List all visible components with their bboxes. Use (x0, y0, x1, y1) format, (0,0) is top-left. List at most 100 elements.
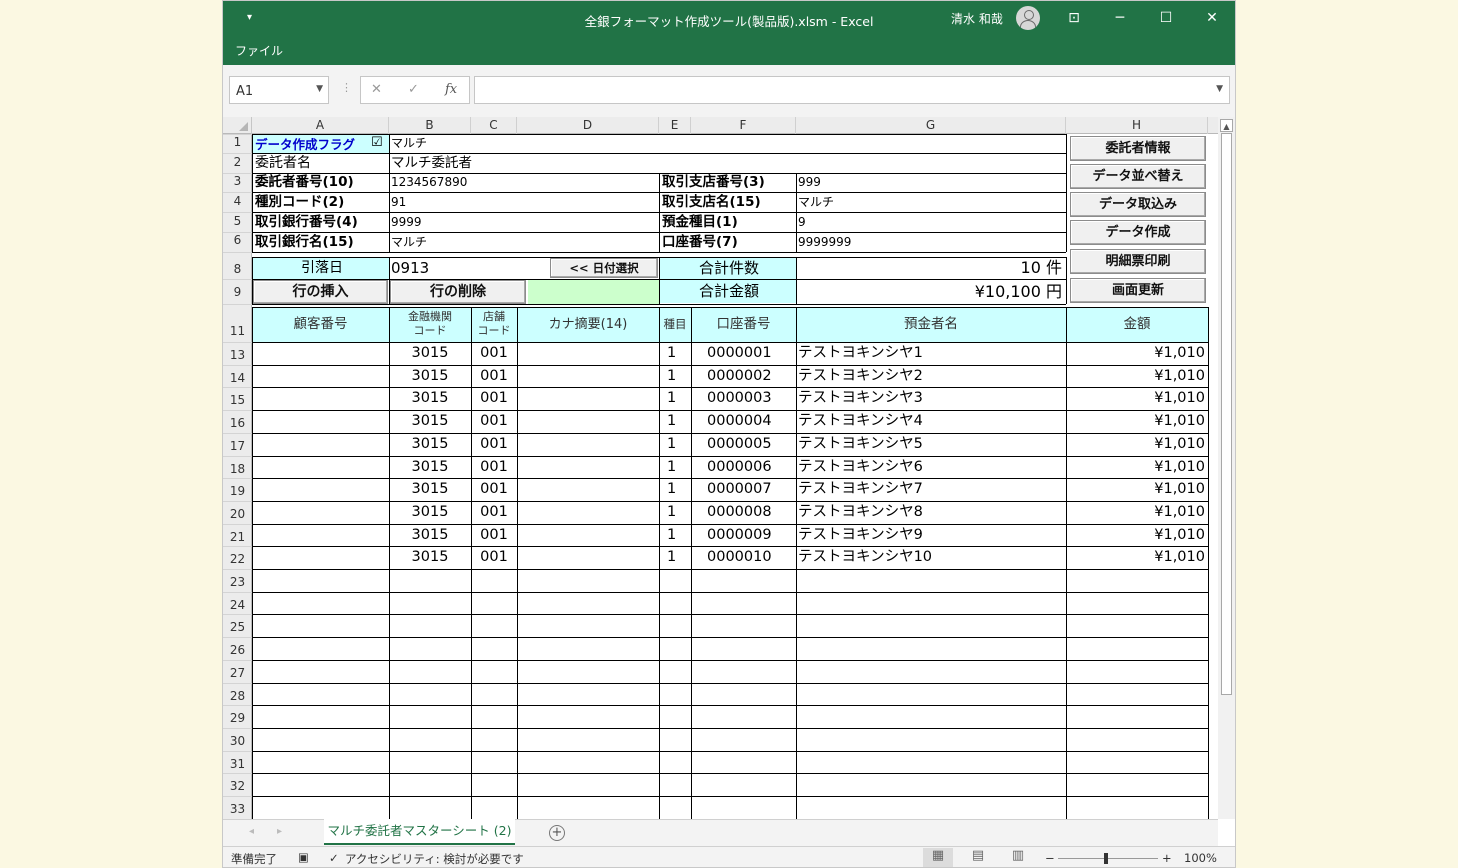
worksheet-grid[interactable]: A B C D E F G H 1 2 3 4 5 6 8 9 11 13 14 1… (223, 117, 1235, 819)
table-cell-amount[interactable]: ¥1,010 (1066, 387, 1208, 410)
column-header-c[interactable]: C (471, 117, 517, 134)
table-cell-amount[interactable] (1066, 614, 1208, 637)
data-flag-value[interactable]: マルチ (389, 134, 1066, 153)
table-cell-account[interactable]: 0000004 (691, 410, 796, 433)
bank-name-value[interactable]: マルチ (389, 232, 659, 252)
row-header[interactable]: 9 (223, 285, 252, 299)
table-cell-amount[interactable]: ¥1,010 (1066, 546, 1208, 569)
table-cell-customer[interactable] (252, 569, 389, 592)
row-header[interactable]: 16 (223, 416, 252, 430)
table-cell-type[interactable] (659, 705, 691, 728)
table-cell-holder[interactable] (796, 728, 1066, 751)
table-cell-holder[interactable]: テストヨキンシヤ6 (796, 456, 1066, 479)
date-select-button[interactable]: << 日付選択 (550, 258, 658, 278)
zoom-in-button[interactable]: + (1162, 851, 1172, 865)
vertical-scrollbar[interactable]: ▲ ▼ (1218, 117, 1235, 819)
table-cell-account[interactable]: 0000005 (691, 433, 796, 456)
row-header[interactable]: 29 (223, 711, 252, 725)
sort-data-button[interactable]: データ並べ替え (1070, 164, 1206, 189)
table-cell-bank[interactable] (389, 660, 471, 683)
chevron-down-icon[interactable]: ▼ (316, 84, 323, 94)
table-cell-holder[interactable]: テストヨキンシヤ5 (796, 433, 1066, 456)
table-cell-branch[interactable]: 001 (471, 478, 517, 501)
table-cell-holder[interactable] (796, 751, 1066, 774)
table-cell-account[interactable] (691, 660, 796, 683)
branch-name-value[interactable]: マルチ (796, 192, 1066, 212)
table-cell-account[interactable] (691, 796, 796, 819)
table-cell-customer[interactable] (252, 773, 389, 796)
table-cell-holder[interactable] (796, 637, 1066, 660)
table-cell-kana[interactable] (517, 433, 659, 456)
column-header-g[interactable]: G (796, 117, 1066, 134)
table-cell-account[interactable]: 0000007 (691, 478, 796, 501)
table-cell-customer[interactable] (252, 705, 389, 728)
table-cell-amount[interactable]: ¥1,010 (1066, 478, 1208, 501)
table-cell-customer[interactable] (252, 546, 389, 569)
insert-function-icon[interactable]: fx (445, 82, 457, 97)
table-cell-kana[interactable] (517, 410, 659, 433)
table-cell-amount[interactable]: ¥1,010 (1066, 342, 1208, 365)
scrollbar-thumb[interactable] (1221, 133, 1232, 695)
row-header[interactable]: 11 (223, 324, 252, 338)
table-cell-holder[interactable] (796, 705, 1066, 728)
row-header[interactable]: 22 (223, 552, 252, 566)
table-cell-bank[interactable] (389, 773, 471, 796)
minimize-button[interactable]: ─ (1108, 7, 1132, 29)
table-cell-amount[interactable]: ¥1,010 (1066, 433, 1208, 456)
table-cell-branch[interactable]: 001 (471, 456, 517, 479)
table-cell-bank[interactable]: 3015 (389, 410, 471, 433)
zoom-slider-handle[interactable] (1104, 853, 1108, 864)
row-header[interactable]: 15 (223, 393, 252, 407)
table-cell-holder[interactable]: テストヨキンシヤ1 (796, 342, 1066, 365)
table-cell-holder[interactable] (796, 592, 1066, 615)
table-cell-type[interactable] (659, 614, 691, 637)
table-cell-customer[interactable] (252, 592, 389, 615)
table-cell-amount[interactable]: ¥1,010 (1066, 524, 1208, 547)
row-header[interactable]: 25 (223, 620, 252, 634)
table-cell-account[interactable] (691, 751, 796, 774)
table-cell-customer[interactable] (252, 660, 389, 683)
table-cell-amount[interactable] (1066, 660, 1208, 683)
table-cell-branch[interactable] (471, 660, 517, 683)
table-cell-bank[interactable] (389, 751, 471, 774)
row-header[interactable]: 19 (223, 484, 252, 498)
table-cell-branch[interactable]: 001 (471, 410, 517, 433)
table-cell-customer[interactable] (252, 524, 389, 547)
table-cell-bank[interactable] (389, 569, 471, 592)
maximize-button[interactable]: ☐ (1154, 7, 1178, 29)
row-header[interactable]: 6 (223, 233, 252, 247)
table-cell-amount[interactable] (1066, 751, 1208, 774)
table-cell-customer[interactable] (252, 614, 389, 637)
table-cell-kana[interactable] (517, 637, 659, 660)
table-cell-branch[interactable]: 001 (471, 387, 517, 410)
macro-record-icon[interactable]: ▣ (298, 850, 309, 864)
table-cell-bank[interactable]: 3015 (389, 365, 471, 388)
table-cell-bank[interactable]: 3015 (389, 456, 471, 479)
row-header[interactable]: 26 (223, 643, 252, 657)
row-header[interactable]: 1 (223, 135, 252, 149)
column-header-d[interactable]: D (517, 117, 659, 134)
table-cell-customer[interactable] (252, 456, 389, 479)
name-box[interactable]: A1 ▼ (229, 76, 329, 104)
table-cell-holder[interactable]: テストヨキンシヤ2 (796, 365, 1066, 388)
row-header[interactable]: 23 (223, 575, 252, 589)
row-header[interactable]: 8 (223, 262, 252, 276)
user-avatar-icon[interactable] (1016, 6, 1040, 30)
table-cell-branch[interactable]: 001 (471, 546, 517, 569)
table-cell-bank[interactable]: 3015 (389, 524, 471, 547)
type-code-value[interactable]: 91 (389, 192, 659, 212)
table-cell-branch[interactable] (471, 705, 517, 728)
table-cell-account[interactable] (691, 683, 796, 706)
expand-formula-icon[interactable]: ▼ (1216, 84, 1223, 94)
table-cell-holder[interactable]: テストヨキンシヤ4 (796, 410, 1066, 433)
accessibility-status[interactable]: アクセシビリティ: 検討が必要です (345, 851, 524, 867)
table-cell-bank[interactable]: 3015 (389, 433, 471, 456)
table-cell-type[interactable] (659, 660, 691, 683)
row-header[interactable]: 20 (223, 507, 252, 521)
table-cell-customer[interactable] (252, 728, 389, 751)
table-cell-account[interactable]: 0000002 (691, 365, 796, 388)
formula-input[interactable]: ▼ (474, 76, 1230, 104)
normal-view-icon[interactable]: ▦ (923, 848, 953, 867)
column-header-f[interactable]: F (691, 117, 796, 134)
print-statement-button[interactable]: 明細票印刷 (1070, 249, 1206, 274)
